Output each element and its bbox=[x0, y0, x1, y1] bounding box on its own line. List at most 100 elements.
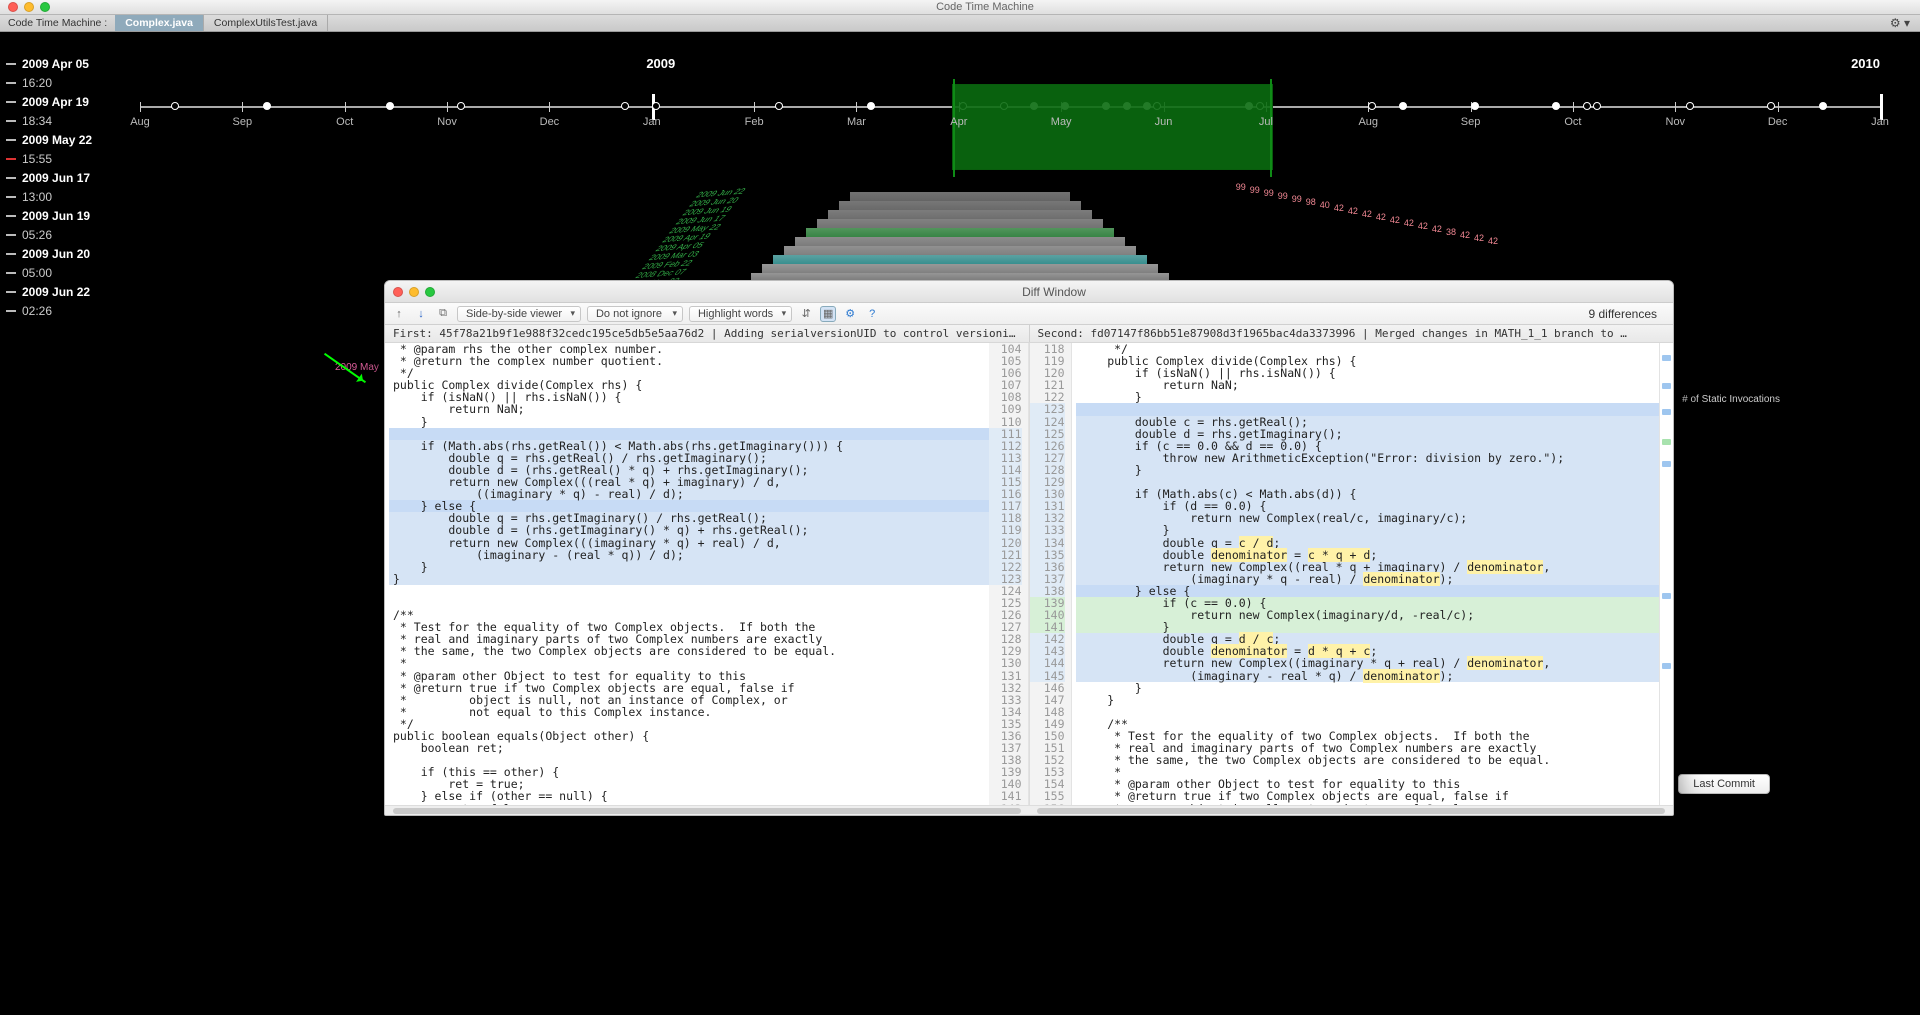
commit-list-row[interactable]: 2009 Apr 19 bbox=[6, 92, 92, 111]
metric-axis-label: # of Static Invocations bbox=[1682, 394, 1780, 405]
commit-list-label: 02:26 bbox=[22, 304, 52, 318]
close-icon[interactable] bbox=[393, 287, 403, 297]
commit-list-row[interactable]: 15:55 bbox=[6, 149, 92, 168]
code-line: } bbox=[389, 573, 989, 585]
month-label: Jul bbox=[1259, 116, 1273, 128]
code-line bbox=[1076, 403, 1660, 415]
sync-scroll-icon[interactable]: ▦ bbox=[820, 306, 836, 322]
month-label: Sep bbox=[233, 116, 253, 128]
code-line: * @param other Object to test for equali… bbox=[389, 670, 989, 682]
code-line: throw new ArithmeticException("Error: di… bbox=[1076, 452, 1660, 464]
code-line: } bbox=[1076, 694, 1660, 706]
month-label: Feb bbox=[745, 116, 764, 128]
code-line: (imaginary - (real * q)) / d); bbox=[389, 549, 989, 561]
code-line: (imaginary - real * q) / denominator); bbox=[1076, 670, 1660, 682]
tabbar-label: Code Time Machine : bbox=[0, 15, 115, 31]
code-line bbox=[389, 597, 989, 609]
code-line: double q = c / d; bbox=[1076, 537, 1660, 549]
code-line: * object is null, not an instance of Com… bbox=[389, 694, 989, 706]
diff-count: 9 differences bbox=[1589, 307, 1668, 321]
code-line: } bbox=[1076, 391, 1660, 403]
tab-complex-java[interactable]: Complex.java bbox=[115, 15, 204, 31]
next-diff-icon[interactable]: ↓ bbox=[413, 306, 429, 322]
year-label-right: 2010 bbox=[1851, 56, 1880, 71]
commit-dot[interactable] bbox=[1583, 102, 1591, 110]
commit-dot[interactable] bbox=[1819, 102, 1827, 110]
commit-dot[interactable] bbox=[1767, 102, 1775, 110]
commit-list-row[interactable]: 18:34 bbox=[6, 111, 92, 130]
viewer-mode-select[interactable]: Side-by-side viewer bbox=[457, 306, 581, 322]
commit-list-label: 2009 May 22 bbox=[22, 133, 92, 147]
collapse-unchanged-icon[interactable]: ⇵ bbox=[798, 306, 814, 322]
commit-dot[interactable] bbox=[652, 102, 660, 110]
commit-list-row[interactable]: 2009 May 22 bbox=[6, 130, 92, 149]
settings-icon[interactable]: ⚙ bbox=[842, 306, 858, 322]
diff-window: Diff Window ↑ ↓ ⧉ Side-by-side viewer Do… bbox=[384, 280, 1674, 816]
commit-list: 2009 Apr 05 16:20 2009 Apr 19 18:34 2009 May… bbox=[6, 54, 92, 320]
right-gutter: 1181191201211221231241251261271281291301… bbox=[1030, 343, 1072, 805]
commit-dot[interactable] bbox=[1368, 102, 1376, 110]
timeline[interactable]: 2009 2010 AugSepOctNovDecJanFebMarAprMay… bbox=[140, 56, 1880, 166]
code-line: return new Complex((imaginary * q + real… bbox=[1076, 657, 1660, 669]
commit-list-label: 16:20 bbox=[22, 76, 52, 90]
month-label: Nov bbox=[1666, 116, 1686, 128]
help-icon[interactable]: ? bbox=[864, 306, 880, 322]
code-line: ((imaginary * q) - real) / d); bbox=[389, 488, 989, 500]
minimize-icon[interactable] bbox=[24, 2, 34, 12]
commit-list-row[interactable]: 16:20 bbox=[6, 73, 92, 92]
commit-list-row[interactable]: 02:26 bbox=[6, 301, 92, 320]
ignore-mode-select[interactable]: Do not ignore bbox=[587, 306, 683, 322]
commit-dot[interactable] bbox=[1552, 102, 1560, 110]
commit-list-label: 2009 Jun 17 bbox=[22, 171, 90, 185]
app-titlebar: Code Time Machine bbox=[0, 0, 1920, 15]
commit-dot[interactable] bbox=[457, 102, 465, 110]
commit-list-row[interactable]: 05:26 bbox=[6, 225, 92, 244]
commit-list-row[interactable]: 2009 Jun 20 bbox=[6, 244, 92, 263]
commit-list-label: 2009 Apr 05 bbox=[22, 57, 89, 71]
commit-dot[interactable] bbox=[621, 102, 629, 110]
timeline-selection[interactable] bbox=[952, 84, 1273, 170]
minimize-icon[interactable] bbox=[409, 287, 419, 297]
commit-dot[interactable] bbox=[775, 102, 783, 110]
highlight-mode-select[interactable]: Highlight words bbox=[689, 306, 792, 322]
commit-dot[interactable] bbox=[1686, 102, 1694, 110]
zoom-icon[interactable] bbox=[40, 2, 50, 12]
diff-horizontal-scrollbar[interactable] bbox=[385, 805, 1673, 815]
tab-label: ComplexUtilsTest.java bbox=[214, 17, 317, 29]
commit-list-row[interactable]: 2009 Apr 05 bbox=[6, 54, 92, 73]
commit-dot[interactable] bbox=[171, 102, 179, 110]
left-source[interactable]: * @param rhs the other complex number. *… bbox=[385, 343, 989, 805]
close-icon[interactable] bbox=[8, 2, 18, 12]
month-label: Jan bbox=[1871, 116, 1889, 128]
copy-icon[interactable]: ⧉ bbox=[435, 306, 451, 322]
commit-dot[interactable] bbox=[867, 102, 875, 110]
commit-dot[interactable] bbox=[386, 102, 394, 110]
code-line: return NaN; bbox=[1076, 379, 1660, 391]
zoom-icon[interactable] bbox=[425, 287, 435, 297]
commit-list-row[interactable]: 13:00 bbox=[6, 187, 92, 206]
prev-diff-icon[interactable]: ↑ bbox=[391, 306, 407, 322]
gear-icon[interactable]: ⚙ ▾ bbox=[1880, 15, 1920, 31]
month-label: Oct bbox=[1564, 116, 1581, 128]
tab-complexutilstest-java[interactable]: ComplexUtilsTest.java bbox=[204, 15, 328, 31]
commit-dot[interactable] bbox=[263, 102, 271, 110]
commit-list-label: 2009 Apr 19 bbox=[22, 95, 89, 109]
commit-dot[interactable] bbox=[1471, 102, 1479, 110]
file-tab-bar: Code Time Machine : Complex.java Complex… bbox=[0, 15, 1920, 32]
window-traffic-lights bbox=[8, 2, 50, 12]
right-source[interactable]: */ public Complex divide(Complex rhs) { … bbox=[1072, 343, 1660, 805]
commit-list-row[interactable]: 2009 Jun 19 bbox=[6, 206, 92, 225]
commit-dot[interactable] bbox=[1399, 102, 1407, 110]
commit-dot[interactable] bbox=[1593, 102, 1601, 110]
commit-list-row[interactable]: 2009 Jun 22 bbox=[6, 282, 92, 301]
commit-list-row[interactable]: 2009 Jun 17 bbox=[6, 168, 92, 187]
code-line bbox=[1076, 706, 1660, 718]
code-line: double d = (rhs.getImaginary() * q) + rh… bbox=[389, 524, 989, 536]
diff-overview-ruler[interactable] bbox=[1659, 343, 1673, 805]
last-commit-button[interactable]: Last Commit bbox=[1678, 774, 1770, 794]
code-line: } bbox=[389, 561, 989, 573]
commit-list-row[interactable]: 05:00 bbox=[6, 263, 92, 282]
main-canvas: 2009 Apr 05 16:20 2009 Apr 19 18:34 2009 May… bbox=[0, 32, 1920, 1015]
code-line: * not equal to this Complex instance. bbox=[389, 706, 989, 718]
commit-list-label: 2009 Jun 19 bbox=[22, 209, 90, 223]
